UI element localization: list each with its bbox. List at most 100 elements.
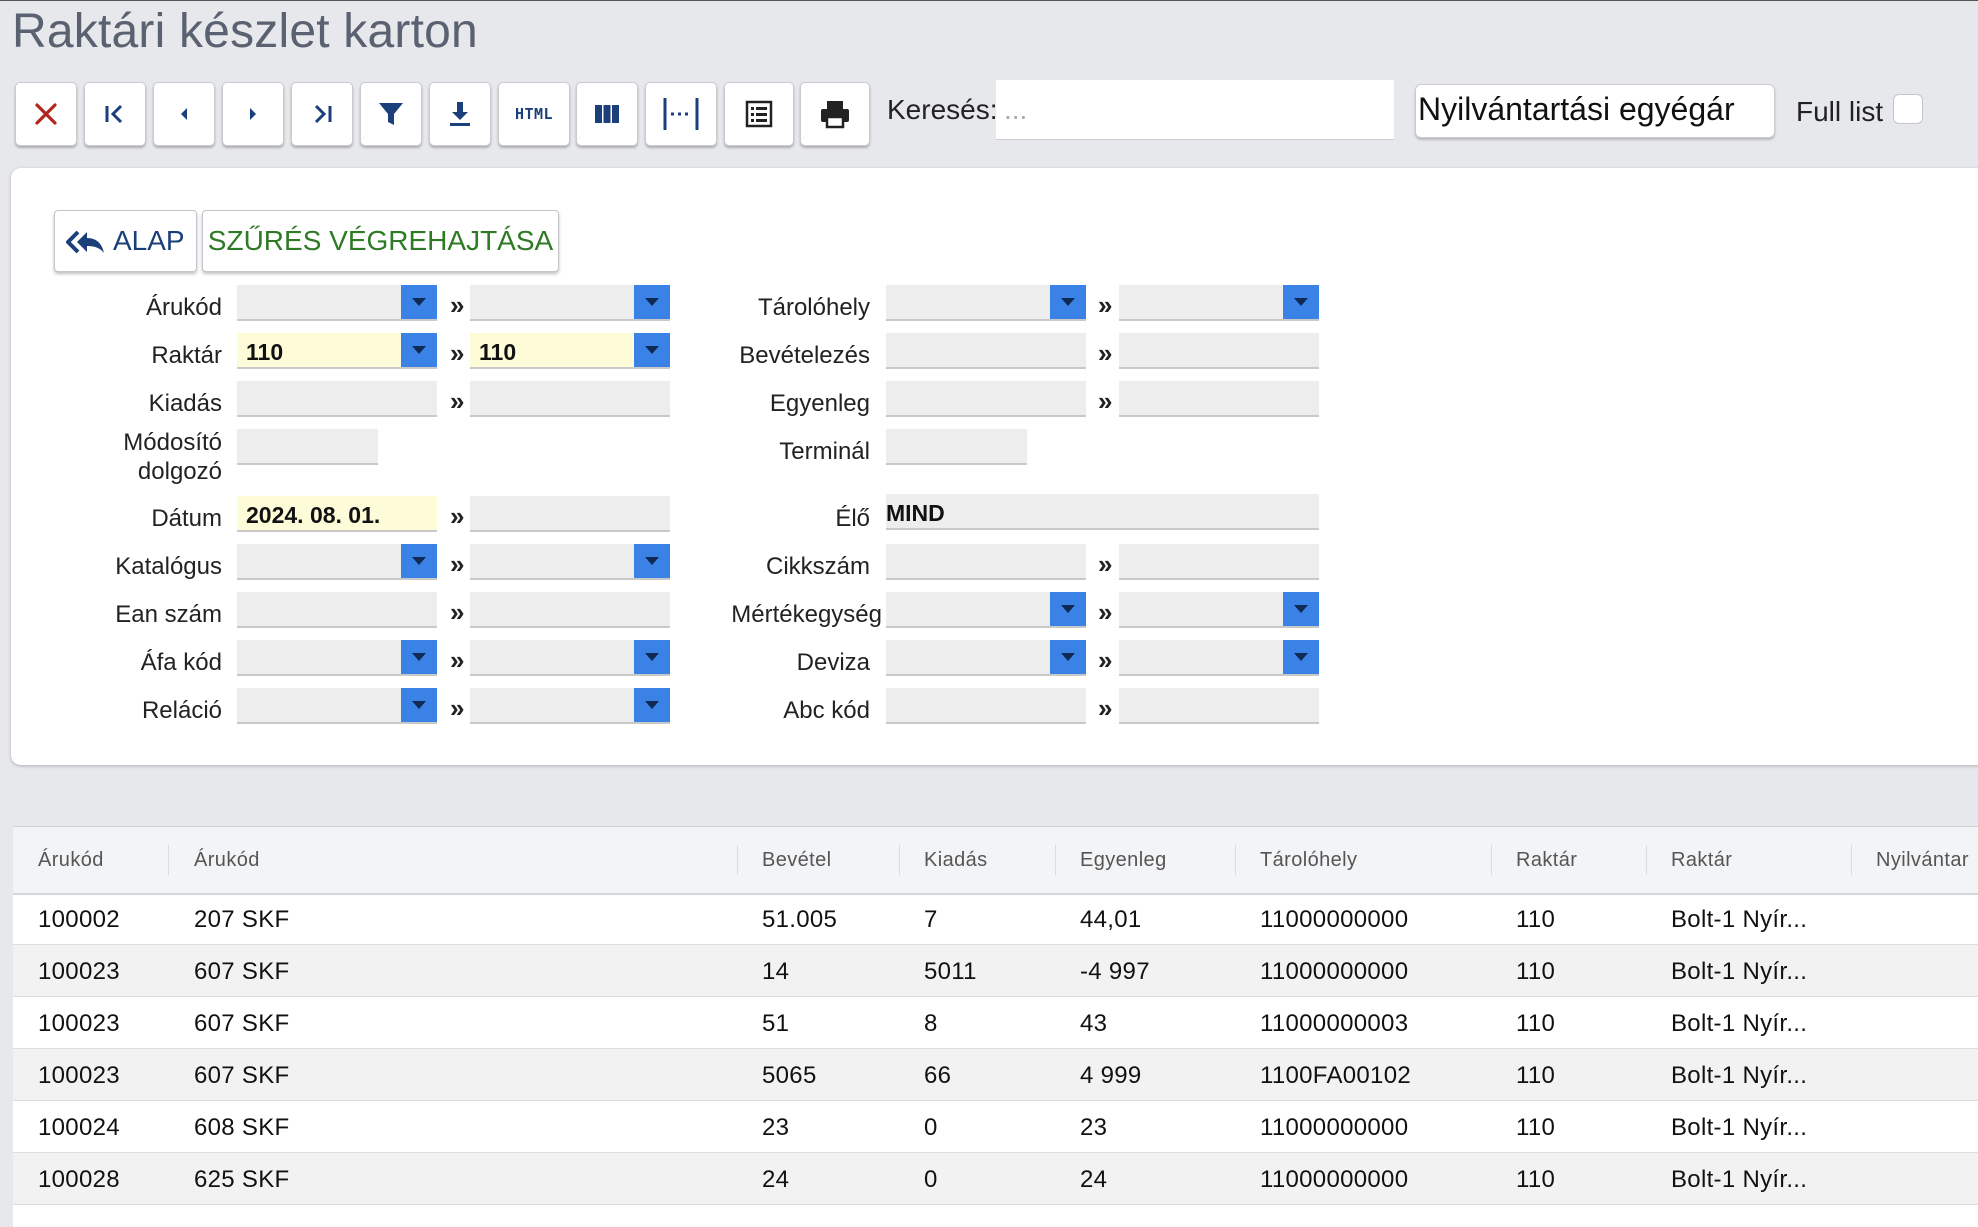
- column-divider[interactable]: [1235, 845, 1236, 875]
- cikkszam-to-input[interactable]: [1119, 544, 1319, 580]
- deviza-to-select[interactable]: [1119, 640, 1319, 676]
- column-header-arukod-name[interactable]: Árukód: [194, 849, 260, 872]
- column-header-kiadas[interactable]: Kiadás: [924, 849, 988, 872]
- table-row[interactable]: 100024 608 SKF 23 0 23 11000000000 110 B…: [13, 1101, 1978, 1153]
- last-page-icon: [314, 104, 332, 124]
- column-header-raktar[interactable]: Raktár: [1516, 849, 1577, 872]
- tarolohely-from-select[interactable]: [886, 285, 1086, 321]
- table-row[interactable]: 100023 607 SKF 51 8 43 11000000003 110 B…: [13, 997, 1978, 1049]
- afa-from-select[interactable]: [237, 640, 437, 676]
- range-separator: »: [450, 549, 465, 579]
- relacio-to-select[interactable]: [470, 688, 670, 724]
- previous-record-button[interactable]: [153, 82, 215, 146]
- table-row[interactable]: 100028 625 SKF 24 0 24 11000000000 110 B…: [13, 1153, 1978, 1205]
- katalogus-from-select[interactable]: [237, 544, 437, 580]
- search-label: Keresés:: [887, 94, 998, 125]
- column-header-nyilvantartasi[interactable]: Nyilvántar: [1876, 849, 1969, 872]
- raktar-to-value: 110: [479, 339, 517, 365]
- datum-to-input[interactable]: [470, 496, 670, 532]
- egyenleg-to-input[interactable]: [1119, 381, 1319, 417]
- raktar-from-value: 110: [246, 339, 284, 365]
- range-separator: »: [450, 501, 465, 531]
- ean-szam-label: Ean szám: [115, 601, 222, 628]
- deviza-from-select[interactable]: [886, 640, 1086, 676]
- abc-to-input[interactable]: [1119, 688, 1319, 724]
- cell-bevetel: 23: [762, 1114, 790, 1141]
- ean-from-input[interactable]: [237, 592, 437, 628]
- cell-tarolohely: 11000000000: [1260, 958, 1409, 985]
- raktar-from-select[interactable]: 110: [237, 333, 437, 369]
- list-view-button[interactable]: [724, 82, 794, 146]
- datum-from-input[interactable]: 2024. 08. 01.: [237, 496, 437, 532]
- katalogus-to-select[interactable]: [470, 544, 670, 580]
- column-header-arukod[interactable]: Árukód: [38, 849, 104, 872]
- range-separator: »: [450, 338, 465, 368]
- tarolohely-to-select[interactable]: [1119, 285, 1319, 321]
- range-separator: »: [1098, 338, 1113, 368]
- cikkszam-from-input[interactable]: [886, 544, 1086, 580]
- range-separator: »: [450, 693, 465, 723]
- run-filter-button[interactable]: SZŰRÉS VÉGREHAJTÁSA: [202, 210, 559, 272]
- cell-arukod-name: 207 SKF: [194, 906, 290, 933]
- column-width-icon: [663, 98, 699, 130]
- egyenleg-from-input[interactable]: [886, 381, 1086, 417]
- bevetelezes-label: Bevételezés: [739, 342, 870, 369]
- cell-kiadas: 5011: [924, 958, 977, 985]
- cell-bevetel: 24: [762, 1166, 790, 1193]
- raktar-to-select[interactable]: 110: [470, 333, 670, 369]
- column-header-bevetel[interactable]: Bevétel: [762, 849, 832, 872]
- range-separator: »: [1098, 549, 1113, 579]
- dropdown-arrow-icon: [634, 285, 670, 319]
- elo-select[interactable]: MIND: [886, 494, 1319, 530]
- abc-from-input[interactable]: [886, 688, 1086, 724]
- last-record-button[interactable]: [291, 82, 353, 146]
- mertekegyseg-from-select[interactable]: [886, 592, 1086, 628]
- terminal-input[interactable]: [886, 429, 1027, 465]
- abc-kod-label: Abc kód: [783, 697, 870, 724]
- dropdown-arrow-icon: [634, 544, 670, 578]
- mertekegyseg-to-select[interactable]: [1119, 592, 1319, 628]
- arukod-from-select[interactable]: [237, 285, 437, 321]
- alap-button[interactable]: ALAP: [54, 210, 197, 272]
- download-button[interactable]: [429, 82, 491, 146]
- close-button[interactable]: [15, 82, 77, 146]
- datum-label: Dátum: [151, 505, 222, 532]
- column-divider[interactable]: [1851, 845, 1852, 875]
- next-record-button[interactable]: [222, 82, 284, 146]
- bevetelezes-to-input[interactable]: [1119, 333, 1319, 369]
- columns-button[interactable]: [576, 82, 638, 146]
- column-width-button[interactable]: [645, 82, 717, 146]
- column-divider[interactable]: [168, 845, 169, 875]
- html-export-label: HTML: [514, 105, 554, 123]
- arukod-to-select[interactable]: [470, 285, 670, 321]
- afa-to-select[interactable]: [470, 640, 670, 676]
- modosito-dolgozo-input[interactable]: [237, 429, 378, 465]
- kiadas-to-input[interactable]: [470, 381, 670, 417]
- table-row[interactable]: 100023 607 SKF 5065 66 4 999 1100FA00102…: [13, 1049, 1978, 1101]
- relacio-from-select[interactable]: [237, 688, 437, 724]
- column-header-egyenleg[interactable]: Egyenleg: [1080, 849, 1167, 872]
- column-divider[interactable]: [1491, 845, 1492, 875]
- column-header-tarolohely[interactable]: Tárolóhely: [1260, 849, 1357, 872]
- filter-button[interactable]: [360, 82, 422, 146]
- column-divider[interactable]: [1646, 845, 1647, 875]
- first-record-button[interactable]: [84, 82, 146, 146]
- egyenleg-label: Egyenleg: [769, 390, 870, 417]
- deviza-label: Deviza: [796, 649, 870, 676]
- table-row[interactable]: 100023 607 SKF 14 5011 -4 997 1100000000…: [13, 945, 1978, 997]
- bevetelezes-from-input[interactable]: [886, 333, 1086, 369]
- cell-tarolohely: 11000000000: [1260, 1114, 1409, 1141]
- full-list-checkbox[interactable]: [1893, 94, 1923, 124]
- price-type-select[interactable]: Nyilvántartási egyégár: [1415, 84, 1775, 138]
- column-header-raktar-name[interactable]: Raktár: [1671, 849, 1732, 872]
- ean-to-input[interactable]: [470, 592, 670, 628]
- kiadas-from-input[interactable]: [237, 381, 437, 417]
- table-row[interactable]: 100002 207 SKF 51.005 7 44,01 1100000000…: [13, 893, 1978, 945]
- column-divider[interactable]: [737, 845, 738, 875]
- cell-arukod-name: 607 SKF: [194, 958, 290, 985]
- html-export-button[interactable]: HTML: [498, 82, 570, 146]
- column-divider[interactable]: [899, 845, 900, 875]
- search-input[interactable]: [996, 80, 1394, 140]
- print-button[interactable]: [800, 82, 870, 146]
- column-divider[interactable]: [1055, 845, 1056, 875]
